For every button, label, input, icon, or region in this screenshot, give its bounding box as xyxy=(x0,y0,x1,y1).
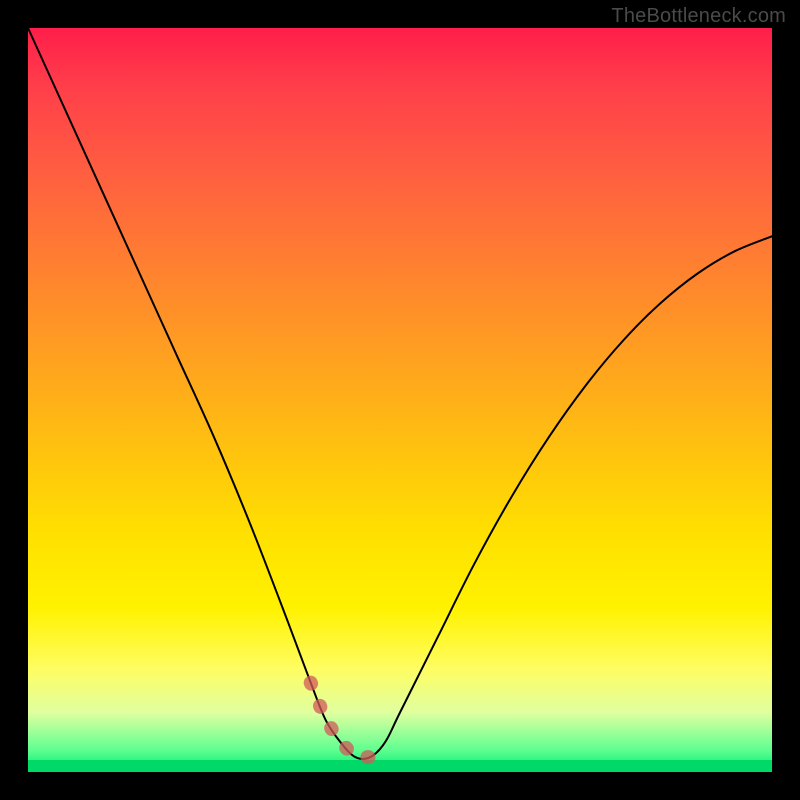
watermark-text: TheBottleneck.com xyxy=(611,5,786,28)
valley-highlight xyxy=(311,683,385,757)
chart-frame: TheBottleneck.com xyxy=(0,0,800,800)
bottleneck-curve xyxy=(28,28,772,759)
plot-area xyxy=(28,28,772,772)
chart-svg xyxy=(28,28,772,772)
